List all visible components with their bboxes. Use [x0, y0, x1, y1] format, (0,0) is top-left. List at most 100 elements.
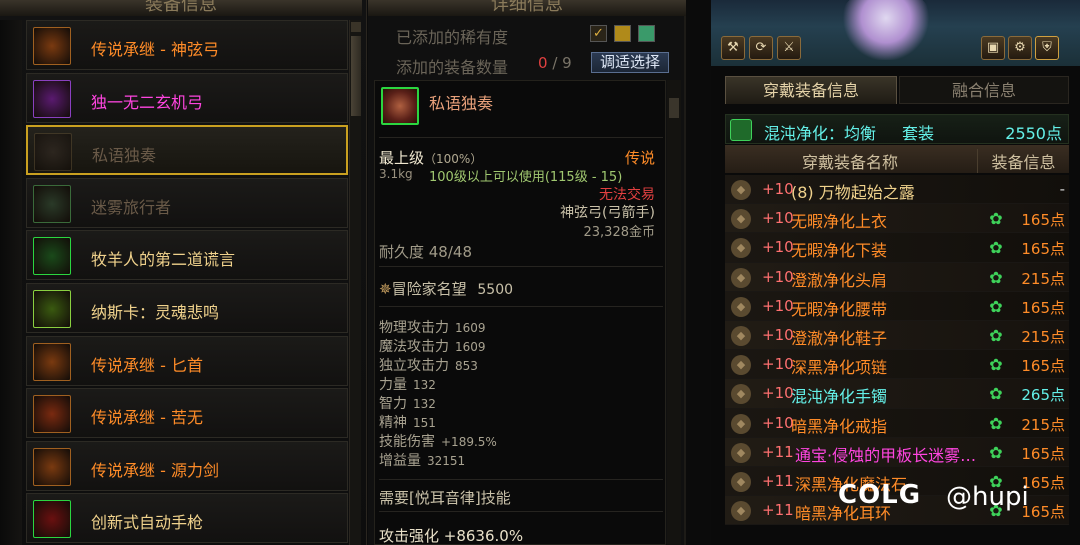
gear-icon[interactable]: ⚙ [1008, 36, 1032, 60]
scroll-up-icon[interactable] [351, 22, 361, 32]
reinforce-level: +10 [762, 209, 794, 228]
reinforce-level: +10 [762, 180, 794, 198]
equipment-list-item[interactable]: 传说承继 - 神弦弓 [26, 20, 348, 70]
weapon-slot-icon: ◆ [731, 180, 751, 200]
equipment-list-item[interactable]: 传说承继 - 源力剑 [26, 440, 348, 491]
equipment-name: 无暇净化下装 [791, 241, 888, 261]
equipment-points: 165点 [1021, 240, 1065, 259]
item-trade-status: 无法交易 [599, 187, 655, 203]
item-name: 私语独奏 [429, 94, 494, 113]
tab-wearing-equipment[interactable]: 穿戴装备信息 [725, 76, 897, 104]
detail-scrollbar[interactable] [667, 80, 681, 545]
rarity-checkbox-epic[interactable]: ✓ [590, 25, 607, 42]
divider [379, 511, 663, 512]
set-tag: 套装 [902, 124, 935, 143]
equipment-table: ◆ +10 (8) 万物起始之露 - ◆ +10 无暇净化上衣 ✿ 165点 ◆ +10 无暇净化下装… [725, 175, 1069, 526]
equipment-list-item[interactable]: 纳斯卡：灵魂悲鸣 [26, 282, 348, 333]
added-count-label: 添加的装备数量 [396, 58, 509, 77]
column-name: 穿戴装备名称 [801, 153, 898, 172]
stat-row: 物理攻击力 1609 [379, 320, 486, 336]
refresh-icon[interactable]: ⟳ [749, 36, 773, 60]
table-row[interactable]: ◆ +10 无暇净化腰带 ✿ 165点 [725, 291, 1069, 321]
equipment-list-item[interactable]: 传说承继 - 苦无 [26, 388, 348, 439]
stat-row: 力量 132 [379, 377, 436, 393]
belt-slot-icon: ◆ [731, 296, 751, 317]
outfit-icon[interactable]: ⛨ [1035, 36, 1059, 60]
top-slot-icon: ◆ [731, 209, 751, 230]
table-row[interactable]: ◆ +10 澄澈净化头肩 ✿ 215点 [725, 262, 1069, 292]
sword-icon [33, 447, 71, 486]
table-row[interactable]: ◆ +10 无暇净化下装 ✿ 165点 [725, 233, 1069, 263]
equipment-points: 165点 [1021, 298, 1065, 317]
equipment-list-item[interactable]: 私语独奏 [26, 125, 348, 176]
detail-panel: 详细信息 已添加的稀有度 ✓ 添加的装备数量 0 / 9 调适选择 私语独奏 最… [368, 0, 686, 545]
equipment-name: 暗黑净化戒指 [791, 416, 888, 436]
scroll-thumb[interactable] [351, 36, 361, 116]
equipment-list-item-name: 迷雾旅行者 [91, 197, 172, 217]
table-row[interactable]: ◆ +10 无暇净化上衣 ✿ 165点 [725, 204, 1069, 234]
table-row[interactable]: ◆ +10 深黑净化项链 ✿ 165点 [725, 350, 1069, 380]
weapon-icon [33, 289, 71, 328]
rarity-checkbox-mythic[interactable] [638, 25, 655, 42]
column-info: 装备信息 [977, 149, 1069, 173]
equipment-name: 深黑净化项链 [791, 358, 888, 378]
table-row[interactable]: ◆ +11 通宝·侵蚀的甲板长迷雾… ✿ 165点 [725, 437, 1069, 467]
detail-scroll-thumb[interactable] [669, 98, 679, 118]
reinforce-level: +10 [762, 238, 794, 257]
equipment-points: - [1059, 180, 1065, 198]
bracelet-slot-icon: ◆ [731, 384, 751, 405]
weapon-icon[interactable]: ⚔ [777, 36, 801, 60]
equipment-list-item[interactable]: 传说承继 - 匕首 [26, 335, 348, 386]
sub-slot-icon: ◆ [731, 442, 751, 463]
set-badge-icon: ✿ [989, 355, 1003, 375]
bow-icon [33, 27, 71, 65]
divider [379, 137, 663, 138]
dagger-icon [33, 342, 71, 381]
item-rarity: 传说 [624, 149, 655, 167]
adjust-selection-button[interactable]: 调适选择 [591, 52, 669, 73]
skill-requirement: 需要[悦耳音律]技能 [379, 489, 511, 507]
equipment-points: 215点 [1021, 269, 1065, 288]
stat-row: 技能伤害 +189.5% [379, 434, 497, 450]
character-avatar [841, 0, 931, 60]
set-badge-icon: ✿ [989, 413, 1003, 433]
rarity-checkbox-legend[interactable] [614, 25, 631, 42]
equipment-points: 165点 [1021, 211, 1065, 230]
equipment-points: 165点 [1021, 357, 1065, 376]
equipment-list-item-name: 传说承继 - 神弦弓 [91, 40, 219, 59]
cube-icon[interactable]: ▣ [981, 36, 1005, 60]
reinforce-level: +10 [762, 413, 794, 432]
shop-icon[interactable]: ⚒ [721, 36, 745, 60]
reinforce-level: +10 [762, 296, 794, 315]
shoulder-slot-icon: ◆ [731, 267, 751, 288]
set-badge-icon: ✿ [989, 442, 1003, 462]
equipment-list-item[interactable]: 牧羊人的第二道谎言 [26, 230, 348, 281]
equipment-list-item-name: 私语独奏 [92, 146, 157, 166]
equipment-list-item-name: 牧羊人的第二道谎言 [91, 250, 236, 270]
stat-row: 魔法攻击力 1609 [379, 339, 486, 355]
equipment-list-item[interactable]: 迷雾旅行者 [26, 177, 348, 228]
divider [379, 479, 663, 480]
set-badge-icon: ✿ [989, 209, 1003, 229]
equipment-name: 通宝·侵蚀的甲板长迷雾… [795, 445, 977, 465]
bow-icon [381, 87, 419, 125]
character-preview: ⚒ ⟳ ⚔ ▣ ⚙ ⛨ [711, 0, 1080, 66]
table-row[interactable]: ◆ +10 暗黑净化戒指 ✿ 215点 [725, 408, 1069, 438]
reinforce-level: +11 [762, 501, 794, 520]
table-row[interactable]: ◆ +10 (8) 万物起始之露 - [725, 175, 1069, 205]
detail-title: 详细信息 [368, 0, 686, 16]
set-icon [730, 119, 752, 141]
equipment-list-item-name: 传说承继 - 苦无 [91, 408, 203, 428]
item-level-requirement: 100级以上可以使用(115级 - 15) [429, 170, 623, 185]
equipment-list-scrollbar[interactable] [349, 20, 361, 545]
table-row[interactable]: ◆ +10 混沌净化手镯 ✿ 265点 [725, 379, 1069, 409]
bow-icon [33, 184, 71, 223]
item-grade: 最上级（100%） [379, 149, 483, 167]
equipment-list-item[interactable]: 创新式自动手枪 [26, 493, 348, 544]
equipment-points: 215点 [1021, 415, 1065, 434]
equipment-points: 265点 [1021, 386, 1065, 405]
divider [379, 266, 663, 267]
equipment-list-item[interactable]: 独一无二玄机弓 [26, 72, 348, 123]
tab-fusion-info[interactable]: 融合信息 [899, 76, 1069, 104]
table-row[interactable]: ◆ +10 澄澈净化鞋子 ✿ 215点 [725, 320, 1069, 351]
